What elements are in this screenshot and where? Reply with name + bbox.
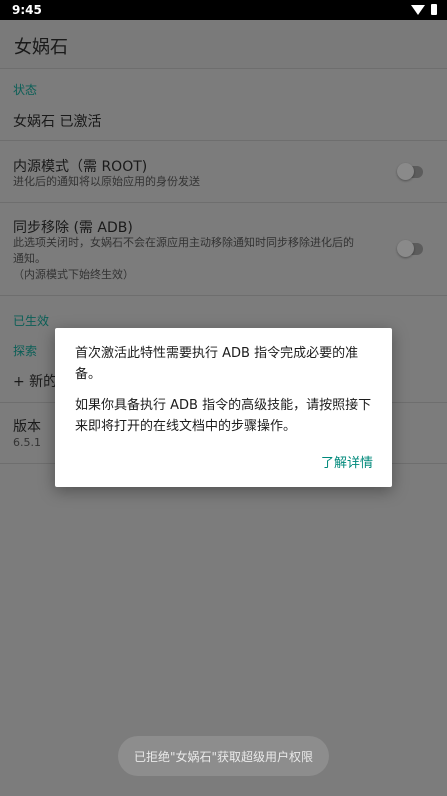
dialog-message: 首次激活此特性需要执行 ADB 指令完成必要的准 备。 如果你具备执行 ADB … <box>75 343 375 447</box>
status-time: 9:45 <box>12 3 42 17</box>
version-title: 版本 <box>13 419 41 435</box>
sync-remove-summary-line: 通知。 <box>13 252 46 265</box>
app-bar: 女娲石 <box>0 20 447 69</box>
dialog-line: 首次激活此特性需要执行 ADB 指令完成必要的准 <box>75 346 359 361</box>
sync-remove-toggle[interactable] <box>397 240 423 257</box>
activated-text: 女娲石 已激活 <box>13 114 102 130</box>
toggle-knob <box>397 163 414 180</box>
sync-remove-summary-line: 此选项关闭时，女娲石不会在源应用主动移除通知时同步移除进化后的 <box>13 236 354 249</box>
dialog-line: 来即将打开的在线文档中的步骤操作。 <box>75 419 297 434</box>
divider <box>0 140 447 141</box>
sync-remove-title: 同步移除 (需 ADB) <box>13 220 133 236</box>
toggle-knob <box>397 240 414 257</box>
battery-icon <box>431 4 437 15</box>
divider <box>0 202 447 203</box>
adb-info-dialog: 首次激活此特性需要执行 ADB 指令完成必要的准 备。 如果你具备执行 ADB … <box>55 328 392 487</box>
learn-more-button[interactable]: 了解详情 <box>321 452 373 471</box>
dialog-line: 备。 <box>75 367 102 382</box>
category-explore: 探索 <box>13 344 38 358</box>
sync-remove-summary: 此选项关闭时，女娲石不会在源应用主动移除通知时同步移除进化后的 通知。 （内源模… <box>13 235 383 283</box>
category-status: 状态 <box>13 83 38 97</box>
status-bar: 9:45 <box>0 0 447 20</box>
category-effective: 已生效 <box>13 314 50 328</box>
toast-text: 已拒绝"女娲石"获取超级用户权限 <box>133 749 314 764</box>
toast-message: 已拒绝"女娲石"获取超级用户权限 <box>118 736 329 776</box>
inner-source-title: 内源模式（需 ROOT) <box>13 159 148 175</box>
page-title: 女娲石 <box>14 37 68 58</box>
inner-source-toggle[interactable] <box>397 163 423 180</box>
divider <box>0 295 447 296</box>
wifi-icon <box>411 4 425 15</box>
dialog-paragraph-2: 如果你具备执行 ADB 指令的高级技能，请按照接下 来即将打开的在线文档中的步骤… <box>75 395 375 437</box>
sync-remove-summary-line: （内源模式下始终生效） <box>13 268 134 281</box>
dialog-paragraph-1: 首次激活此特性需要执行 ADB 指令完成必要的准 备。 <box>75 343 375 385</box>
inner-source-summary: 进化后的通知将以原始应用的身份发送 <box>13 175 200 188</box>
add-new-button[interactable]: + 新的 <box>13 371 57 391</box>
status-icons <box>411 4 437 15</box>
dialog-line: 如果你具备执行 ADB 指令的高级技能，请按照接下 <box>75 398 372 413</box>
